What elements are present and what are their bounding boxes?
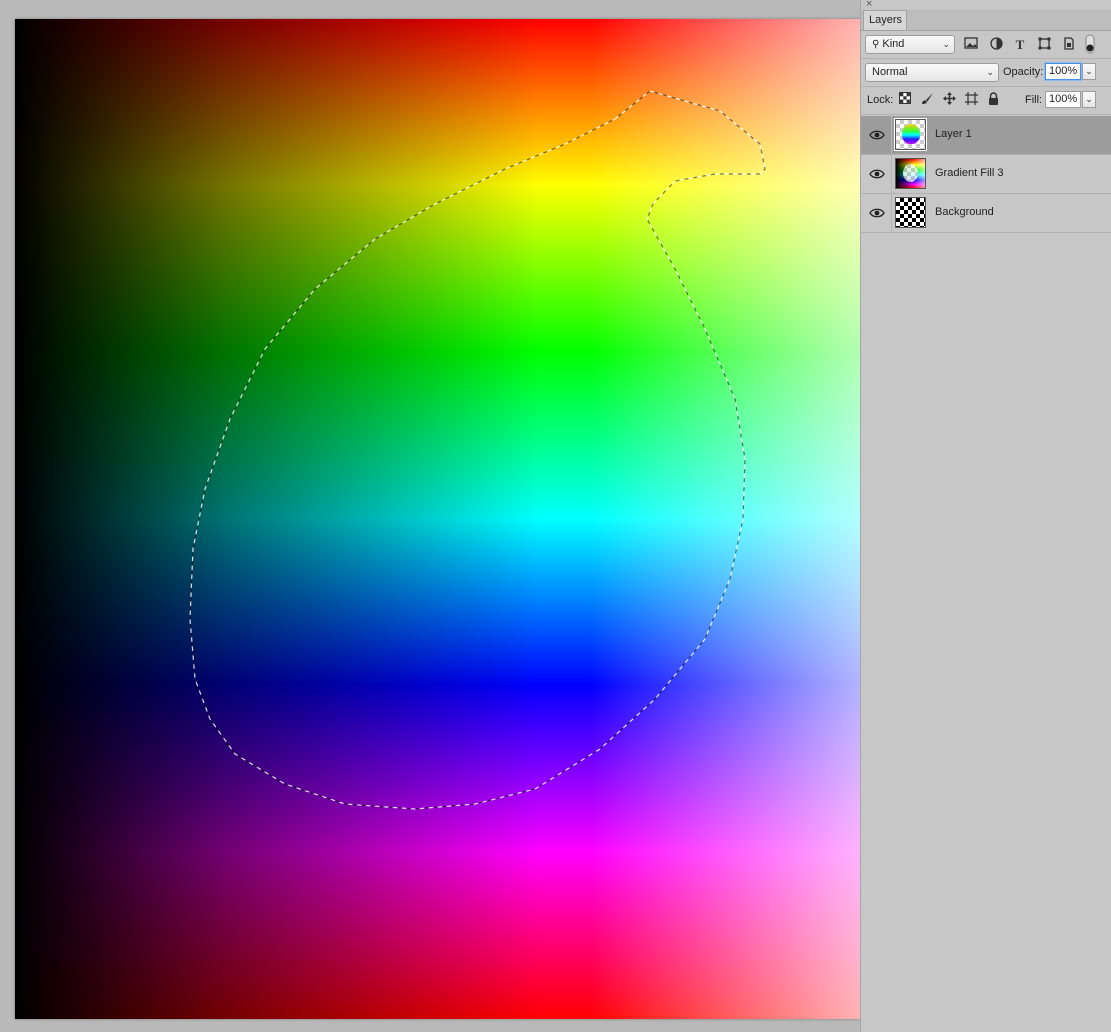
divider bbox=[891, 116, 892, 154]
filter-toggle-icon[interactable] bbox=[1085, 34, 1095, 54]
fill-label: Fill: bbox=[1025, 94, 1043, 106]
smart-object-filter-icon[interactable] bbox=[1060, 37, 1076, 53]
filter-kind-dropdown[interactable]: ⚲ Kind ⌄ bbox=[865, 35, 955, 54]
search-icon: ⚲ bbox=[872, 39, 880, 50]
blend-mode-dropdown[interactable]: Normal ⌄ bbox=[865, 63, 999, 82]
layer-name: Gradient Fill 3 bbox=[935, 167, 1004, 179]
layer-thumbnail bbox=[895, 158, 926, 189]
blend-opacity-row: Normal ⌄ Opacity: 100% ⌄ bbox=[861, 59, 1111, 87]
eye-icon[interactable] bbox=[869, 206, 885, 220]
filter-kind-label: Kind bbox=[882, 38, 905, 50]
layers-panel: × Layers ⚲ Kind ⌄ T Normal ⌄ Opacity: 10… bbox=[860, 0, 1111, 1032]
blend-mode-value: Normal bbox=[872, 66, 908, 78]
layer-name: Layer 1 bbox=[935, 128, 972, 140]
panel-collapse-bar[interactable]: × bbox=[861, 0, 1111, 10]
opacity-input[interactable]: 100% bbox=[1045, 63, 1081, 80]
layer-thumbnail bbox=[894, 118, 927, 151]
divider bbox=[891, 155, 892, 193]
type-filter-icon[interactable]: T bbox=[1012, 37, 1028, 53]
lock-artboard-icon[interactable] bbox=[963, 92, 979, 108]
canvas-area[interactable] bbox=[0, 0, 860, 1032]
chevron-down-icon: ⌄ bbox=[1085, 94, 1093, 104]
document-canvas[interactable] bbox=[15, 19, 860, 1019]
close-icon[interactable]: × bbox=[866, 0, 872, 10]
layer-thumbnail bbox=[895, 197, 926, 228]
chevron-down-icon: ⌄ bbox=[942, 39, 950, 49]
opacity-label: Opacity: bbox=[1003, 66, 1044, 78]
chevron-down-icon: ⌄ bbox=[1085, 66, 1093, 76]
layers-list: Layer 1 Gradient Fill 3 Background bbox=[861, 116, 1111, 236]
layer-name: Background bbox=[935, 206, 994, 218]
divider bbox=[891, 194, 892, 232]
lock-transparent-pixels-icon[interactable] bbox=[897, 92, 913, 108]
tab-layers[interactable]: Layers bbox=[863, 10, 907, 30]
lock-label: Lock: bbox=[867, 94, 894, 106]
layer-row-layer-1[interactable]: Layer 1 bbox=[861, 116, 1111, 155]
lock-image-pixels-icon[interactable] bbox=[919, 92, 935, 108]
layer-row-gradient-fill-3[interactable]: Gradient Fill 3 bbox=[861, 155, 1111, 194]
shape-filter-icon[interactable] bbox=[1036, 37, 1052, 53]
adjustment-filter-icon[interactable] bbox=[988, 37, 1004, 53]
fill-dropdown-button[interactable]: ⌄ bbox=[1082, 91, 1096, 108]
panel-tab-row: Layers bbox=[861, 10, 1111, 31]
lock-all-icon[interactable] bbox=[985, 92, 1001, 108]
lock-position-icon[interactable] bbox=[941, 92, 957, 108]
eye-icon[interactable] bbox=[869, 128, 885, 142]
eye-icon[interactable] bbox=[869, 167, 885, 181]
layer-row-background[interactable]: Background bbox=[861, 194, 1111, 233]
lasso-selection-outline bbox=[189, 90, 766, 810]
opacity-dropdown-button[interactable]: ⌄ bbox=[1082, 63, 1096, 80]
lock-fill-row: Lock: Fill: 100% ⌄ bbox=[861, 87, 1111, 115]
chevron-down-icon: ⌄ bbox=[986, 67, 994, 77]
fill-input[interactable]: 100% bbox=[1045, 91, 1081, 108]
layer-filter-row: ⚲ Kind ⌄ T bbox=[861, 31, 1111, 59]
image-filter-icon[interactable] bbox=[963, 37, 979, 53]
